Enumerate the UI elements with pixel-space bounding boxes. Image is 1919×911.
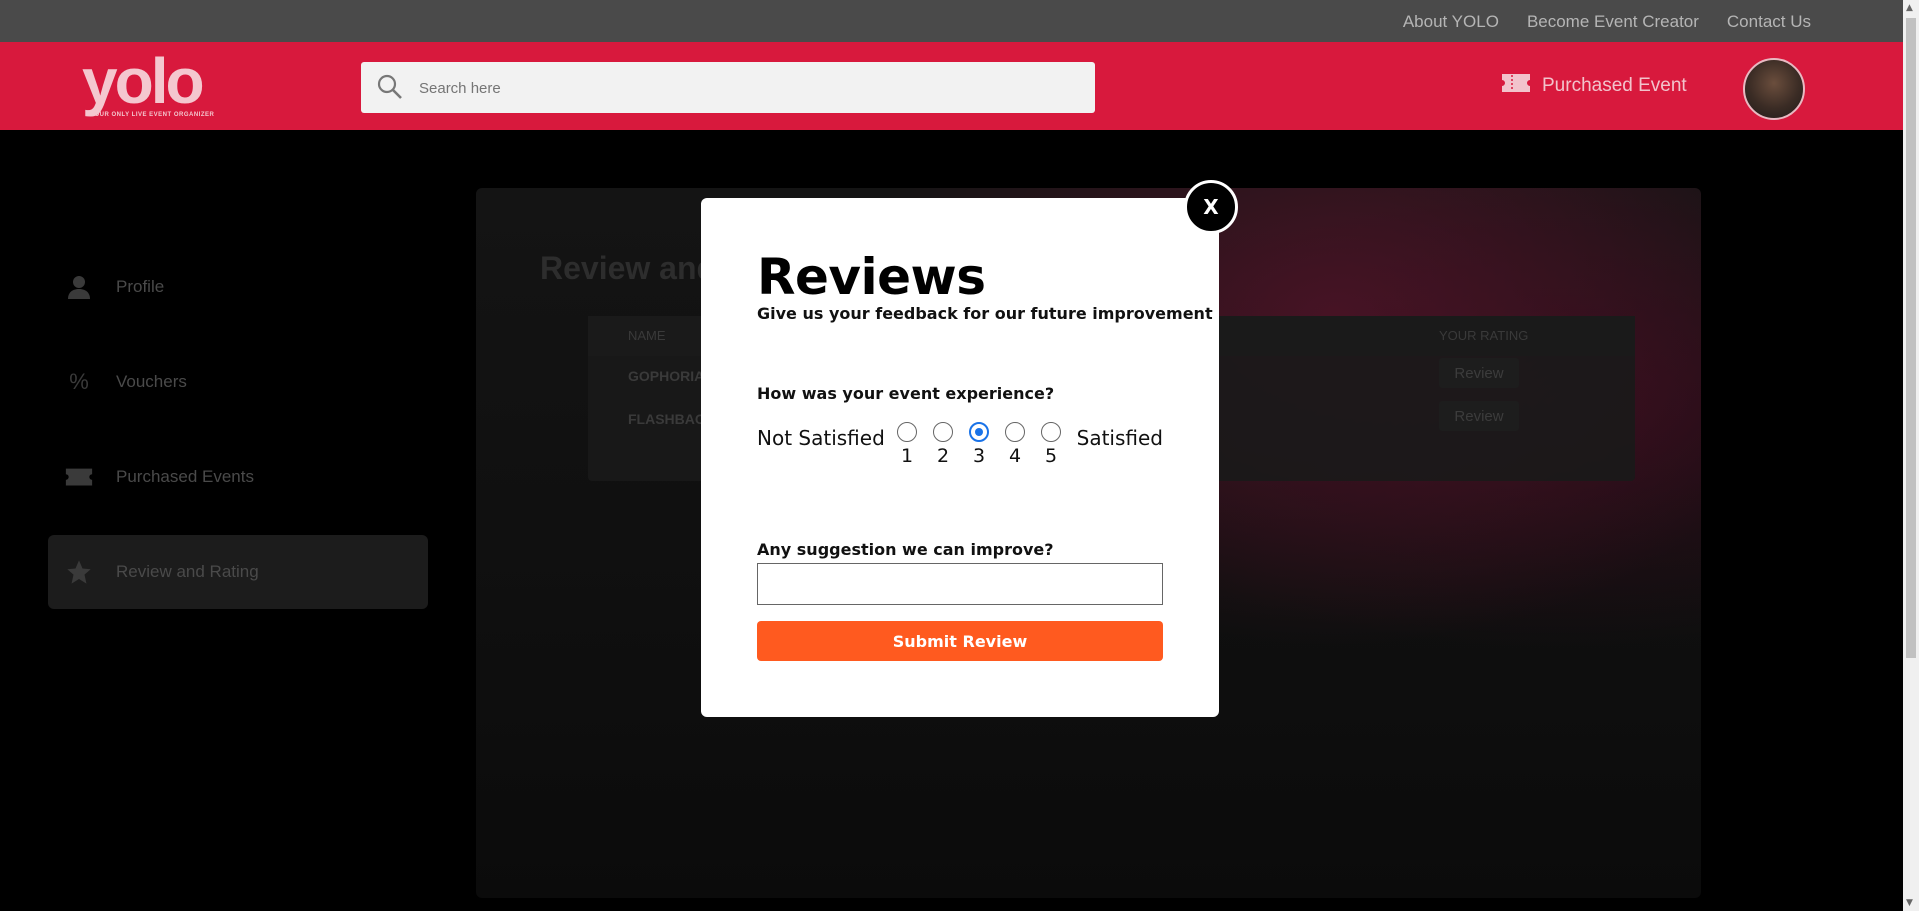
about-yolo-link[interactable]: About YOLO [1403, 12, 1499, 32]
search-input[interactable] [419, 74, 1059, 102]
top-utility-bar: About YOLO Become Event Creator Contact … [0, 0, 1903, 42]
scroll-up-icon[interactable]: ▲ [1906, 3, 1913, 13]
person-icon [64, 272, 94, 302]
rating-option-3[interactable]: 3 [967, 422, 991, 467]
rating-radio[interactable] [933, 422, 953, 442]
rating-option-4[interactable]: 4 [1003, 422, 1027, 467]
scrollbar-thumb[interactable] [1906, 18, 1916, 658]
rating-option-1[interactable]: 1 [895, 422, 919, 467]
rating-number: 2 [936, 445, 950, 467]
submit-review-button[interactable]: Submit Review [757, 621, 1163, 661]
scale-high-label: Satisfied [1076, 426, 1163, 450]
ticket-icon [1500, 72, 1532, 100]
rating-number: 3 [972, 445, 986, 467]
star-icon [64, 557, 94, 587]
rating-number: 5 [1044, 445, 1058, 467]
sidebar-item-label: Purchased Events [116, 467, 254, 486]
rating-option-5[interactable]: 5 [1039, 422, 1063, 467]
review-button[interactable]: Review [1439, 401, 1519, 431]
scroll-down-icon[interactable]: ▼ [1906, 898, 1913, 908]
search-bar[interactable] [361, 62, 1095, 113]
account-sidebar: Profile % Vouchers Purchased Events Revi… [48, 250, 428, 630]
rating-radio-selected[interactable] [969, 422, 989, 442]
purchased-event-label: Purchased Event [1542, 75, 1687, 96]
become-event-creator-link[interactable]: Become Event Creator [1527, 12, 1699, 32]
sidebar-item-label: Vouchers [116, 372, 187, 391]
satisfaction-scale: Not Satisfied 1 2 3 4 5 Satisfied [757, 422, 1163, 474]
contact-us-link[interactable]: Contact Us [1727, 12, 1811, 32]
reviews-modal: Reviews Give us your feedback for our fu… [701, 198, 1219, 717]
purchased-event-link[interactable]: Purchased Event [1500, 72, 1687, 100]
sidebar-item-purchased-events[interactable]: Purchased Events [48, 440, 428, 514]
logo-wordmark: yolo [82, 45, 205, 117]
modal-title: Reviews [757, 248, 986, 306]
rating-radio[interactable] [897, 422, 917, 442]
rating-number: 1 [900, 445, 914, 467]
user-avatar[interactable] [1743, 58, 1805, 120]
yolo-logo[interactable]: yolo YOUR ONLY LIVE EVENT ORGANIZER [82, 45, 232, 120]
rating-radio[interactable] [1041, 422, 1061, 442]
suggestion-input[interactable] [757, 563, 1163, 605]
top-links: About YOLO Become Event Creator Contact … [1403, 12, 1811, 32]
sidebar-item-vouchers[interactable]: % Vouchers [48, 345, 428, 419]
suggestion-question: Any suggestion we can improve? [757, 540, 1054, 559]
review-button[interactable]: Review [1439, 358, 1519, 388]
sidebar-item-profile[interactable]: Profile [48, 250, 428, 324]
table-row-name: GOPHORIA [628, 368, 705, 384]
page-scrollbar[interactable]: ▲ ▼ [1903, 0, 1919, 911]
percent-icon: % [69, 369, 89, 394]
experience-question: How was your event experience? [757, 384, 1055, 403]
sidebar-item-review-and-rating[interactable]: Review and Rating [48, 535, 428, 609]
search-icon [375, 72, 405, 106]
sidebar-item-label: Review and Rating [116, 562, 259, 581]
main-header: yolo YOUR ONLY LIVE EVENT ORGANIZER Purc… [0, 42, 1903, 130]
rating-radio[interactable] [1005, 422, 1025, 442]
rating-number: 4 [1008, 445, 1022, 467]
column-header-rating: YOUR RATING [1439, 328, 1529, 343]
close-button[interactable]: X [1184, 180, 1238, 234]
column-header-name: NAME [628, 328, 666, 343]
scale-low-label: Not Satisfied [757, 426, 885, 450]
ticket-icon [64, 462, 94, 492]
sidebar-item-label: Profile [116, 277, 165, 296]
modal-subtitle: Give us your feedback for our future imp… [757, 304, 1213, 323]
rating-option-2[interactable]: 2 [931, 422, 955, 467]
logo-tagline: YOUR ONLY LIVE EVENT ORGANIZER [90, 112, 215, 118]
